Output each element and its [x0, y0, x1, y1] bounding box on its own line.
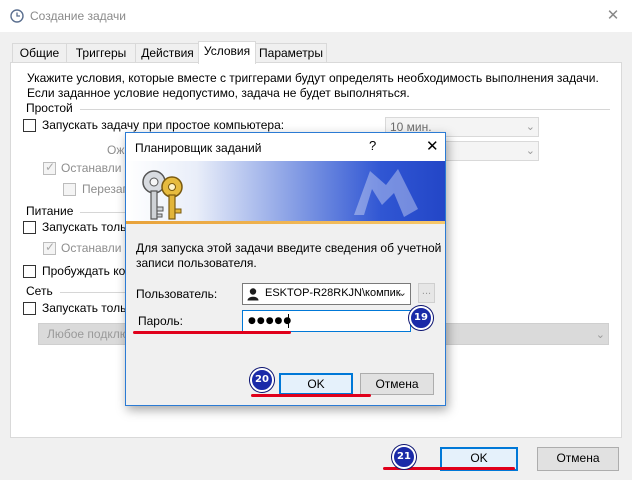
idle-wait-label: Ож — [107, 143, 125, 157]
dialog-close-button[interactable]: ✕ — [426, 137, 439, 155]
tab-strip: Общие Триггеры Действия Условия Параметр… — [10, 41, 622, 64]
password-underline-annotation — [133, 331, 291, 334]
wake-to-run-checkbox[interactable] — [23, 265, 36, 278]
tab-general[interactable]: Общие — [12, 43, 67, 63]
dialog-message-line1: Для запуска этой задачи введите сведения… — [136, 241, 442, 255]
restart-if-idle-checkbox[interactable] — [63, 183, 76, 196]
start-if-idle-label: Запускать задачу при простое компьютера: — [42, 118, 285, 132]
stop-on-battery-checkbox[interactable] — [43, 240, 56, 255]
user-icon — [247, 288, 259, 301]
password-mask: ●●●●● — [248, 316, 293, 326]
chevron-down-icon: ⌄ — [525, 121, 535, 133]
stop-if-not-idle-checkbox[interactable] — [43, 160, 56, 175]
dialog-ok-underline-annotation — [251, 394, 371, 397]
idle-group-divider — [80, 109, 610, 110]
user-label: Пользователь: — [136, 287, 218, 301]
tab-triggers[interactable]: Триггеры — [66, 43, 136, 63]
step-badge-19: 19 — [409, 306, 433, 330]
dialog-title: Планировщик заданий — [135, 141, 262, 155]
step-badge-21: 21 — [392, 445, 416, 469]
banner-accent-stripe — [126, 221, 445, 224]
power-group-label: Питание — [26, 204, 74, 218]
tab-conditions[interactable]: Условия — [198, 41, 256, 64]
start-if-idle-checkbox[interactable] — [23, 119, 36, 132]
dialog-ok-button[interactable]: OK — [279, 373, 353, 395]
network-connection-value: Любое подклю — [47, 327, 129, 341]
chevron-down-icon: ⌄ — [525, 145, 535, 157]
step-badge-20: 20 — [250, 368, 274, 392]
dialog-cancel-button[interactable]: Отмена — [360, 373, 434, 395]
start-on-ac-checkbox[interactable] — [23, 221, 36, 234]
window-close-button[interactable]: ✕ — [600, 4, 626, 28]
scheduler-logo-watermark-icon — [354, 169, 418, 217]
stop-on-battery-label: Останавли — [61, 241, 122, 255]
wake-to-run-label: Пробуждать ко — [42, 264, 126, 278]
chevron-down-icon: ⌄ — [397, 287, 407, 299]
main-cancel-button[interactable]: Отмена — [537, 447, 619, 471]
clock-icon — [10, 9, 24, 23]
password-input[interactable]: ●●●●● — [242, 310, 411, 332]
chevron-down-icon: ⌄ — [595, 329, 605, 341]
keys-icon — [142, 170, 183, 220]
user-value: ESKTOP-R28RKJN\компик — [265, 287, 401, 299]
tab-settings[interactable]: Параметры — [255, 43, 327, 63]
user-combo[interactable]: ESKTOP-R28RKJN\компик ⌄ — [242, 283, 411, 305]
conditions-intro-line2: Если заданное условие недопустимо, задач… — [27, 86, 410, 100]
text-caret — [288, 314, 289, 328]
dialog-message-line2: записи пользователя. — [136, 256, 257, 270]
start-if-network-checkbox[interactable] — [23, 302, 36, 315]
window-title: Создание задачи — [30, 9, 126, 23]
conditions-intro-line1: Укажите условия, которые вместе с тригге… — [27, 71, 599, 85]
password-label: Пароль: — [138, 314, 183, 328]
network-group-label: Сеть — [26, 284, 53, 298]
start-on-ac-label: Запускать толь — [42, 220, 127, 234]
network-group-divider — [60, 292, 130, 293]
browse-users-button[interactable]: ... — [418, 283, 435, 303]
dialog-help-button[interactable]: ? — [369, 138, 376, 153]
tab-actions[interactable]: Действия — [135, 43, 200, 63]
credentials-dialog: Планировщик заданий ? ✕ Для запуска этой… — [125, 132, 446, 406]
idle-group-label: Простой — [26, 101, 73, 115]
stop-if-not-idle-label: Останавли — [61, 161, 122, 175]
power-group-divider — [80, 212, 130, 213]
restart-if-idle-label: Перезап — [82, 182, 130, 196]
start-if-network-label: Запускать толь — [42, 301, 127, 315]
